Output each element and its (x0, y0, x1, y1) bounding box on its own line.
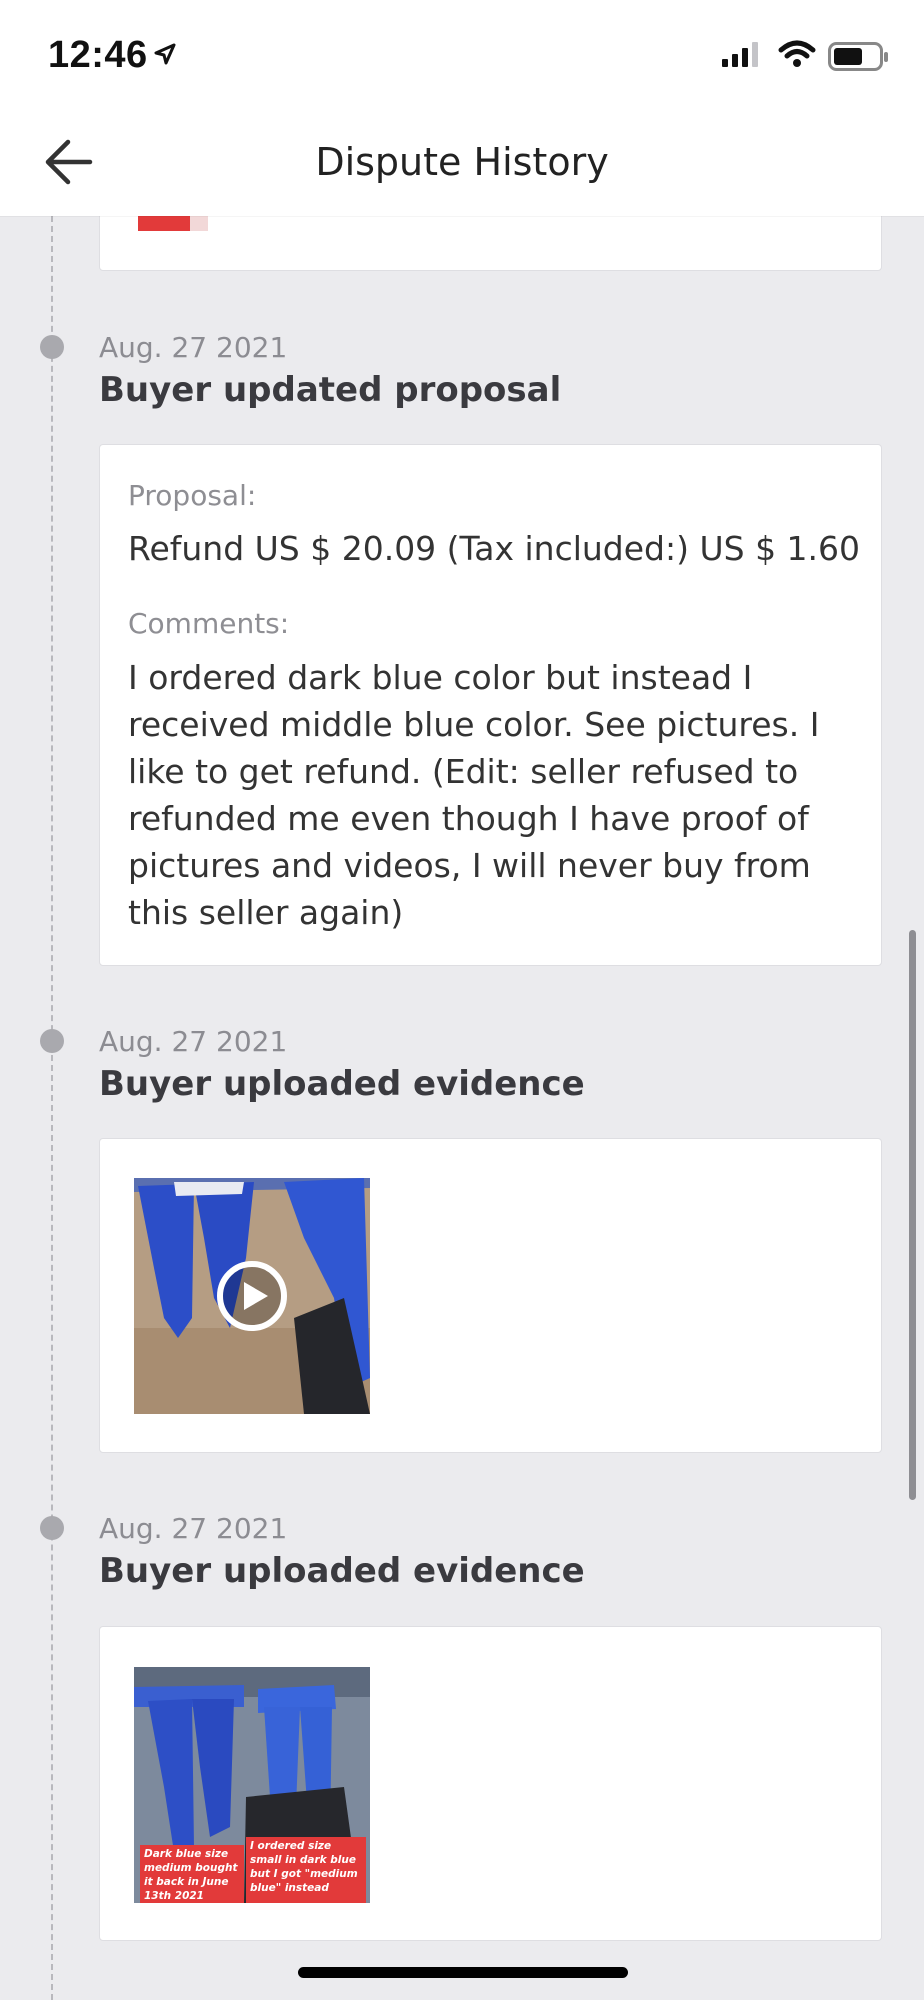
event-title: Buyer uploaded evidence (99, 1551, 585, 1591)
home-indicator[interactable] (298, 1967, 628, 1978)
page-title: Dispute History (315, 140, 609, 184)
proposal-label: Proposal: (128, 479, 257, 512)
timeline-dot (40, 335, 64, 359)
location-arrow-icon (154, 43, 176, 65)
timeline-dot (40, 1516, 64, 1540)
event-date: Aug. 27 2021 (99, 1025, 288, 1058)
app-header: 12:46 Dispute History (0, 0, 924, 216)
status-time: 12:46 (48, 34, 148, 76)
evidence-video-thumbnail[interactable] (134, 1178, 370, 1414)
signal-icon (722, 42, 758, 67)
evidence-card (99, 1138, 882, 1453)
comments-label: Comments: (128, 607, 290, 640)
event-date: Aug. 27 2021 (99, 331, 288, 364)
image-caption-right: I ordered size small in dark blue but I … (246, 1837, 366, 1903)
image-caption-left: Dark blue size medium bought it back in … (140, 1845, 244, 1903)
event-title: Buyer uploaded evidence (99, 1064, 585, 1104)
scrollbar[interactable] (909, 930, 916, 1500)
timeline-line (51, 216, 53, 2000)
event-title: Buyer updated proposal (99, 370, 562, 410)
timeline-dot (40, 1029, 64, 1053)
proposal-value: Refund US $ 20.09 (Tax included:) US $ 1… (128, 529, 861, 568)
proposal-card: Proposal: Refund US $ 20.09 (Tax include… (99, 444, 882, 966)
evidence-image-thumbnail[interactable]: Dark blue size medium bought it back in … (134, 1667, 370, 1903)
comments-value: I ordered dark blue color but instead I … (128, 658, 820, 932)
battery-icon (828, 42, 888, 71)
wifi-icon (778, 40, 816, 67)
play-icon[interactable] (216, 1260, 288, 1332)
evidence-card: Dark blue size medium bought it back in … (99, 1626, 882, 1941)
event-date: Aug. 27 2021 (99, 1512, 288, 1545)
